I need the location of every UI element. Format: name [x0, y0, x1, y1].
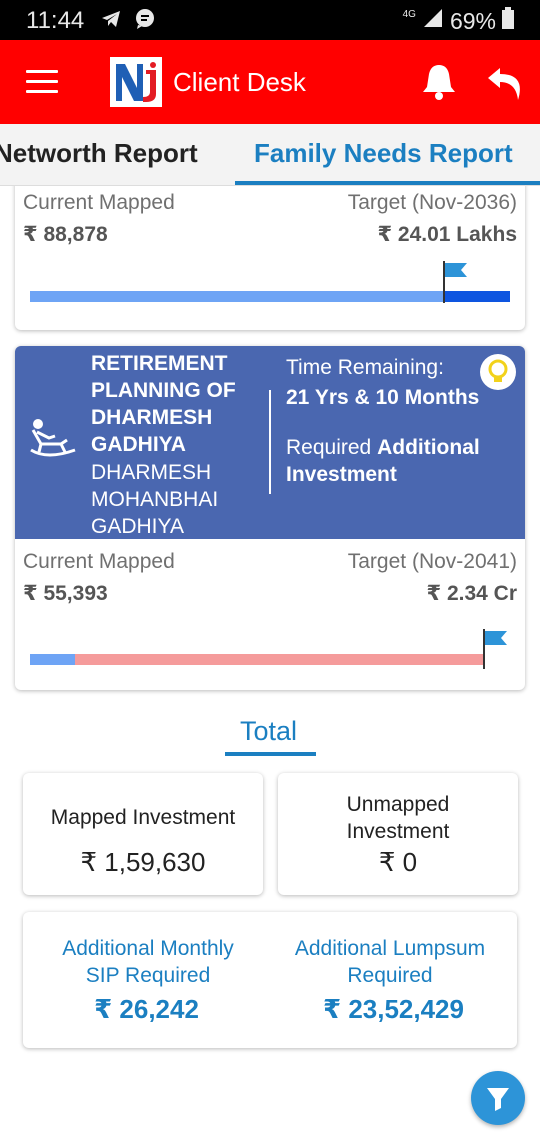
time-remaining-label: Time Remaining:	[286, 356, 444, 379]
app-title: Client Desk	[173, 67, 306, 97]
additional-sip-value: ₹ 26,242	[94, 994, 199, 1024]
notification-bell-icon[interactable]	[421, 62, 457, 105]
telegram-icon	[100, 8, 122, 35]
status-bar: 11:44 4G 69%	[0, 0, 540, 40]
target-label: Target (Nov-2041)	[347, 550, 517, 573]
additional-lumpsum-value: ₹ 23,52,429	[323, 994, 464, 1024]
target-value: ₹ 2.34 Cr	[426, 582, 518, 605]
filter-icon	[487, 1088, 509, 1111]
tab-networth-report[interactable]: Networth Report	[0, 138, 198, 169]
mapped-investment-value: ₹ 1,59,630	[80, 847, 206, 877]
tab-family-needs-report[interactable]: Family Needs Report	[254, 138, 513, 169]
signal-icon	[422, 7, 444, 35]
time-remaining-value: 21 Yrs & 10 Months	[286, 386, 480, 409]
unmapped-investment-card: Unmapped Investment ₹ 0	[278, 773, 518, 895]
mapped-investment-label: Mapped Investment	[50, 806, 236, 829]
back-arrow-icon[interactable]	[486, 64, 526, 107]
main-content[interactable]: Current Mapped Target (Nov-2036) ₹ 88,87…	[0, 186, 540, 1140]
battery-icon	[502, 7, 514, 35]
current-mapped-value: ₹ 88,878	[23, 223, 108, 246]
current-mapped-label: Current Mapped	[23, 550, 175, 573]
current-mapped-value: ₹ 55,393	[23, 582, 108, 605]
total-heading: Total	[240, 716, 298, 746]
unmapped-investment-value: ₹ 0	[378, 847, 418, 877]
goal-title: RETIREMENT PLANNING OF DHARMESH GADHIYA	[91, 352, 236, 456]
message-icon	[134, 8, 156, 35]
hamburger-menu-icon[interactable]	[26, 70, 58, 94]
status-time: 11:44	[26, 7, 85, 34]
additional-lumpsum-label: Additional Lumpsum Required	[294, 937, 486, 987]
total-underline	[225, 752, 316, 756]
status-right: 4G 69%	[403, 7, 514, 35]
mapped-investment-card: Mapped Investment ₹ 1,59,630	[23, 773, 263, 895]
goal-card[interactable]: Current Mapped Target (Nov-2036) ₹ 88,87…	[15, 186, 525, 330]
goal-header: RETIREMENT PLANNING OF DHARMESH GADHIYA …	[15, 346, 525, 539]
lightbulb-icon[interactable]	[480, 354, 516, 390]
target-flag-icon	[443, 261, 469, 308]
target-flag-icon	[483, 629, 509, 674]
filter-button[interactable]	[471, 1071, 525, 1125]
additional-required-card: Additional Monthly SIP Required ₹ 26,242…	[23, 912, 517, 1048]
network-type: 4G	[402, 8, 416, 20]
progress-fill-mapped	[30, 291, 443, 302]
goal-progress-bar	[30, 261, 510, 303]
progress-fill-mapped	[30, 654, 75, 665]
required-prefix: Required	[286, 436, 372, 459]
target-label: Target (Nov-2036)	[347, 191, 517, 214]
active-tab-indicator	[235, 181, 540, 185]
app-bar: Client Desk	[0, 40, 540, 124]
required-additional-investment[interactable]: Required Additional Investment	[286, 434, 516, 488]
unmapped-investment-label: Unmapped Investment	[346, 793, 450, 843]
target-value: ₹ 24.01 Lakhs	[377, 223, 517, 246]
progress-remaining	[75, 654, 484, 665]
additional-sip-label: Additional Monthly SIP Required	[62, 937, 234, 987]
additional-lumpsum-section: Additional Lumpsum Required ₹ 23,52,429	[270, 912, 517, 1048]
header-divider	[269, 390, 271, 494]
report-tabs: Networth Report Family Needs Report	[0, 124, 540, 186]
goal-progress-bar	[30, 629, 507, 669]
additional-sip-section: Additional Monthly SIP Required ₹ 26,242	[23, 912, 270, 1048]
current-mapped-label: Current Mapped	[23, 191, 175, 214]
retirement-goal-card[interactable]: RETIREMENT PLANNING OF DHARMESH GADHIYA …	[15, 346, 525, 690]
nj-logo	[110, 57, 162, 107]
recliner-chair-icon	[27, 416, 79, 469]
goal-owner-name: DHARMESH MOHANBHAI GADHIYA	[91, 461, 219, 538]
battery-percent: 69%	[449, 7, 496, 34]
